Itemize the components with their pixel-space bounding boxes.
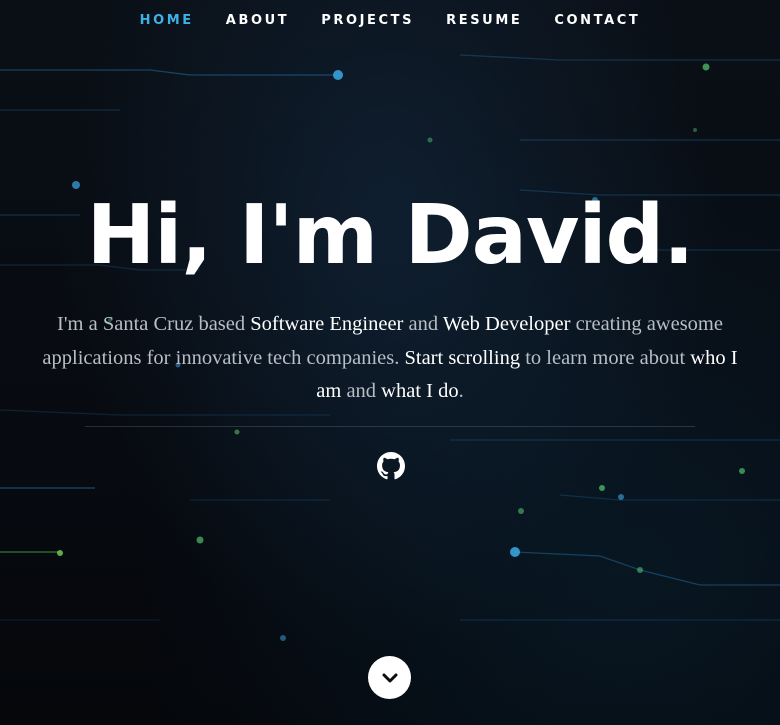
intro-text-1: I'm a Santa Cruz based	[57, 313, 251, 335]
intro-text-6: .	[458, 380, 464, 402]
scroll-down-button[interactable]	[368, 656, 411, 699]
chevron-down-icon	[382, 673, 397, 682]
github-icon[interactable]	[377, 452, 405, 480]
nav-item-projects[interactable]: PROJECTS	[321, 13, 414, 28]
top-nav: HOME ABOUT PROJECTS RESUME CONTACT	[0, 0, 780, 40]
nav-item-contact[interactable]: CONTACT	[554, 13, 640, 28]
intro-highlight-software-engineer: Software Engineer	[250, 313, 404, 335]
intro-text-2: and	[403, 313, 443, 335]
intro-text-5: and	[341, 380, 382, 402]
hero-headline: Hi, I'm David.	[86, 188, 695, 283]
intro-highlight-what-i-do: what I do	[381, 380, 459, 402]
nav-item-home[interactable]: HOME	[140, 13, 194, 28]
hero-intro: I'm a Santa Cruz based Software Engineer…	[30, 308, 750, 409]
intro-highlight-start-scrolling: Start scrolling	[404, 346, 521, 369]
intro-text-4: to learn more about	[520, 346, 691, 369]
nav-item-resume[interactable]: RESUME	[446, 13, 522, 28]
intro-highlight-web-developer: Web Developer	[442, 313, 571, 335]
hero-divider	[85, 426, 695, 427]
nav-item-about[interactable]: ABOUT	[226, 13, 289, 28]
